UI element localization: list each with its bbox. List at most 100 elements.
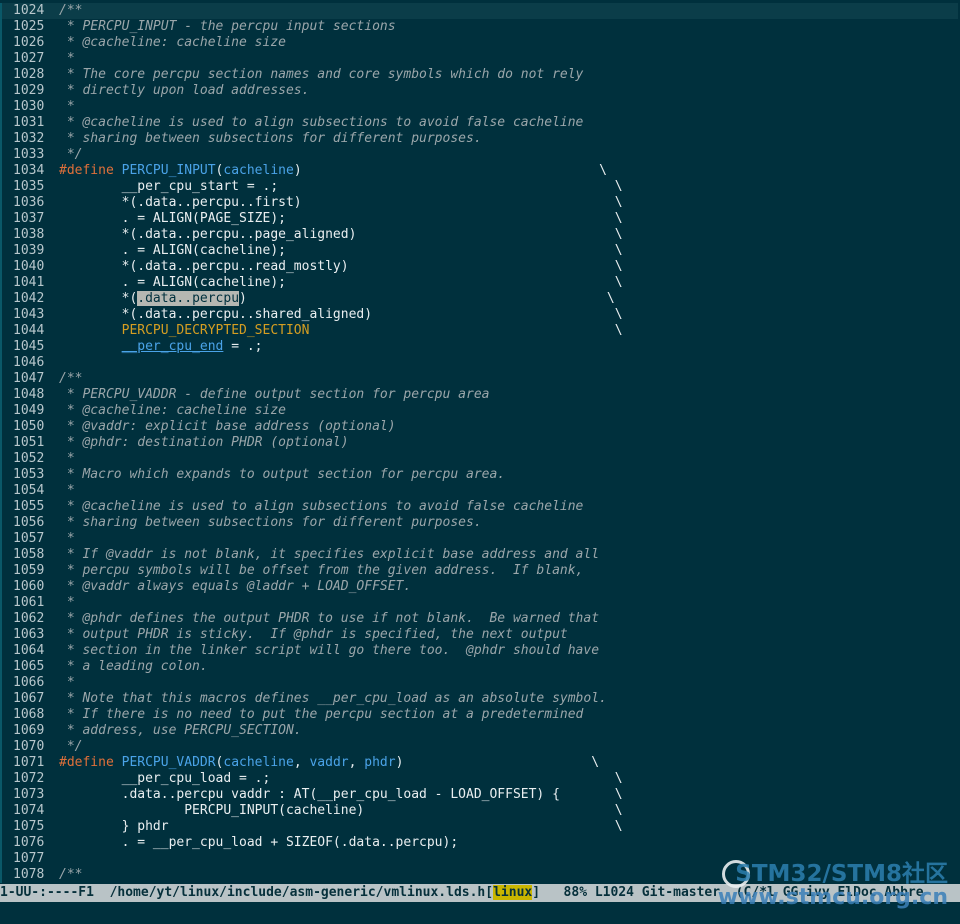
code-token: * — [59, 483, 75, 498]
code-token: /** — [59, 371, 83, 386]
code-line[interactable]: 1066 * — [2, 675, 958, 691]
code-line[interactable]: 1030 * — [2, 99, 958, 115]
line-code: #define PERCPU_INPUT(cacheline) \ — [59, 163, 607, 178]
code-line[interactable]: 1070 */ — [2, 739, 958, 755]
code-token: * — [59, 99, 75, 114]
code-line[interactable]: 1054 * — [2, 483, 958, 499]
code-line[interactable]: 1037 . = ALIGN(PAGE_SIZE); \ — [2, 211, 958, 227]
code-line[interactable]: 1031 * @cacheline is used to align subse… — [2, 115, 958, 131]
code-line[interactable]: 1044 PERCPU_DECRYPTED_SECTION \ — [2, 323, 958, 339]
mode-line-branch-tag: linux — [493, 885, 533, 900]
code-line[interactable]: 1035 __per_cpu_start = .; \ — [2, 179, 958, 195]
line-code: * — [59, 675, 75, 690]
code-line[interactable]: 1069 * address, use PERCPU_SECTION. — [2, 723, 958, 739]
line-code: *(.data..percpu..read_mostly) \ — [59, 259, 623, 274]
line-number: 1078 — [13, 867, 45, 882]
line-code: * @cacheline is used to align subsection… — [59, 499, 584, 514]
code-line[interactable]: 1076 . = __per_cpu_load + SIZEOF(.data..… — [2, 835, 958, 851]
code-line[interactable]: 1067 * Note that this macros defines __p… — [2, 691, 958, 707]
code-line[interactable]: 1062 * @phdr defines the output PHDR to … — [2, 611, 958, 627]
code-line[interactable]: 1075 } phdr \ — [2, 819, 958, 835]
code-token: * @cacheline is used to align subsection… — [59, 499, 584, 514]
code-line[interactable]: 1060 * @vaddr always equals @laddr + LOA… — [2, 579, 958, 595]
line-code: /** — [59, 371, 82, 386]
line-number: 1061 — [13, 595, 45, 610]
code-line[interactable]: 1045 __per_cpu_end = .; — [2, 339, 958, 355]
line-code: * If @vaddr is not blank, it specifies e… — [59, 547, 599, 562]
line-number: 1046 — [13, 355, 45, 370]
line-code: . = __per_cpu_load + SIZEOF(.data..percp… — [59, 835, 459, 850]
code-line[interactable]: 1042 *(.data..percpu) \ — [2, 291, 958, 307]
line-number: 1062 — [13, 611, 45, 626]
code-line[interactable]: 1026 * @cacheline: cacheline size — [2, 35, 958, 51]
line-code: * If there is no need to put the percpu … — [59, 707, 584, 722]
line-number: 1035 — [13, 179, 45, 194]
code-line[interactable]: 1049 * @cacheline: cacheline size — [2, 403, 958, 419]
code-line[interactable]: 1029 * directly upon load addresses. — [2, 83, 958, 99]
line-code: .data..percpu vaddr : AT(__per_cpu_load … — [59, 787, 623, 802]
line-code: * a leading colon. — [59, 659, 208, 674]
code-line[interactable]: 1068 * If there is no need to put the pe… — [2, 707, 958, 723]
code-token: PERCPU_INPUT — [121, 163, 216, 178]
line-number: 1053 — [13, 467, 45, 482]
code-token: * PERCPU_VADDR - define output section f… — [59, 387, 490, 402]
line-number: 1026 — [13, 35, 45, 50]
code-line[interactable]: 1056 * sharing between subsections for d… — [2, 515, 958, 531]
code-line[interactable]: 1061 * — [2, 595, 958, 611]
code-line[interactable]: 1071 #define PERCPU_VADDR(cacheline, vadd… — [2, 755, 958, 771]
line-code: */ — [59, 147, 83, 162]
code-token: * percpu symbols will be offset from the… — [59, 563, 584, 578]
code-line[interactable]: 1034 #define PERCPU_INPUT(cacheline) \ — [2, 163, 958, 179]
code-line[interactable]: 1074 PERCPU_INPUT(cacheline) \ — [2, 803, 958, 819]
line-number: 1070 — [13, 739, 45, 754]
code-line[interactable]: 1063 * output PHDR is sticky. If @phdr i… — [2, 627, 958, 643]
line-code: __per_cpu_load = .; \ — [59, 771, 623, 786]
line-number: 1028 — [13, 67, 45, 82]
code-line[interactable]: 1032 * sharing between subsections for d… — [2, 131, 958, 147]
code-line[interactable]: 1024 /** — [2, 3, 958, 19]
code-line[interactable]: 1052 * — [2, 451, 958, 467]
code-line[interactable]: 1025 * PERCPU_INPUT - the percpu input s… — [2, 19, 958, 35]
watermark: STM32/STM8社区 www.stmcu.org.cn — [718, 862, 948, 910]
line-code: * address, use PERCPU_SECTION. — [59, 723, 302, 738]
code-line[interactable]: 1048 * PERCPU_VADDR - define output sect… — [2, 387, 958, 403]
line-number: 1051 — [13, 435, 45, 450]
code-token: \ — [309, 323, 623, 338]
code-line[interactable]: 1053 * Macro which expands to output sec… — [2, 467, 958, 483]
code-line[interactable]: 1050 * @vaddr: explicit base address (op… — [2, 419, 958, 435]
code-line[interactable]: 1040 *(.data..percpu..read_mostly) \ — [2, 259, 958, 275]
line-number: 1048 — [13, 387, 45, 402]
code-line[interactable]: 1055 * @cacheline is used to align subse… — [2, 499, 958, 515]
code-token: * — [59, 595, 75, 610]
code-line[interactable]: 1036 *(.data..percpu..first) \ — [2, 195, 958, 211]
code-line[interactable]: 1047 /** — [2, 371, 958, 387]
code-line[interactable]: 1058 * If @vaddr is not blank, it specif… — [2, 547, 958, 563]
code-line[interactable]: 1064 * section in the linker script will… — [2, 643, 958, 659]
code-token: __per_cpu_end — [121, 339, 224, 354]
code-line[interactable]: 1059 * percpu symbols will be offset fro… — [2, 563, 958, 579]
line-number: 1071 — [13, 755, 45, 770]
code-line[interactable]: 1041 . = ALIGN(cacheline); \ — [2, 275, 958, 291]
code-line[interactable]: 1046 — [2, 355, 958, 371]
code-line[interactable]: 1028 * The core percpu section names and… — [2, 67, 958, 83]
line-number: 1037 — [13, 211, 45, 226]
code-line[interactable]: 1043 *(.data..percpu..shared_aligned) \ — [2, 307, 958, 323]
code-line[interactable]: 1027 * — [2, 51, 958, 67]
code-line[interactable]: 1051 * @phdr: destination PHDR (optional… — [2, 435, 958, 451]
editor-buffer[interactable]: 1024/** 1025 * PERCPU_INPUT - the percpu … — [0, 3, 958, 883]
line-number: 1064 — [13, 643, 45, 658]
code-token: * directly upon load addresses. — [59, 83, 310, 98]
code-token: * The core percpu section names and core… — [59, 67, 584, 82]
code-token: * sharing between subsections for differ… — [59, 131, 482, 146]
code-line[interactable]: 1039 . = ALIGN(cacheline); \ — [2, 243, 958, 259]
line-code: *(.data..percpu..page_aligned) \ — [59, 227, 623, 242]
line-number: 1027 — [13, 51, 45, 66]
code-line[interactable]: 1033 */ — [2, 147, 958, 163]
code-line[interactable]: 1072 __per_cpu_load = .; \ — [2, 771, 958, 787]
code-line[interactable]: 1057 * — [2, 531, 958, 547]
code-line[interactable]: 1073 .data..percpu vaddr : AT(__per_cpu_… — [2, 787, 958, 803]
code-line[interactable]: 1038 *(.data..percpu..page_aligned) \ — [2, 227, 958, 243]
code-line[interactable]: 1065 * a leading colon. — [2, 659, 958, 675]
code-token: * sharing between subsections for differ… — [59, 515, 482, 530]
